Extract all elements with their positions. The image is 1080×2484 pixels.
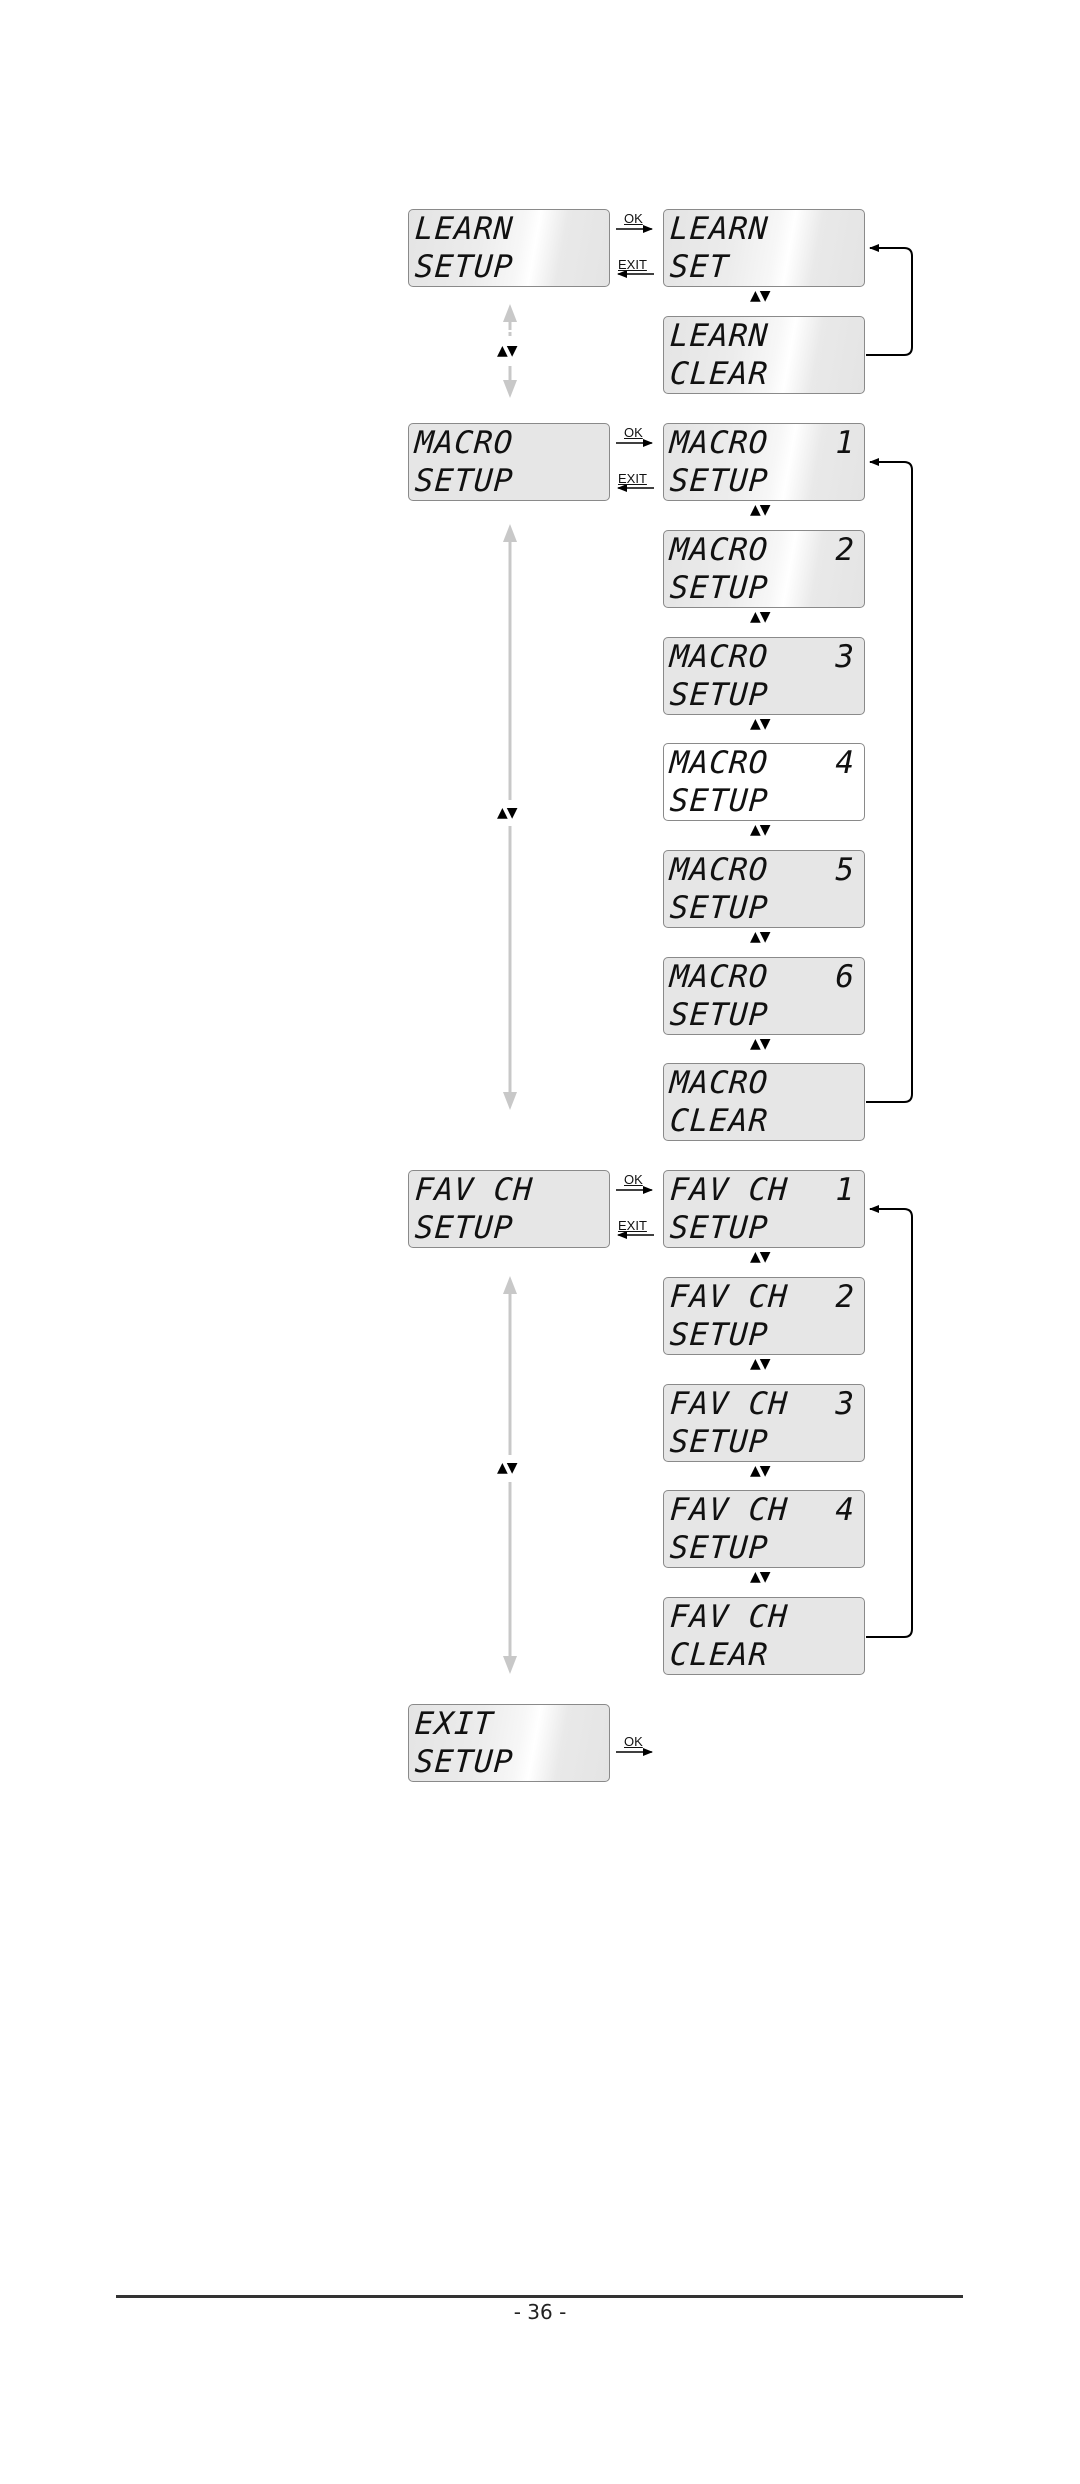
lcd-macro-4: MACRO 4 SETUP (663, 743, 865, 821)
lcd-line2: CLEAR (668, 356, 770, 392)
lcd-line1: MACRO (668, 425, 770, 461)
lcd-learn-setup: LEARN SETUP (408, 209, 610, 287)
lcd-line1: MACRO (668, 1065, 770, 1101)
lcd-line2: SETUP (668, 1424, 770, 1460)
updown-icon: ▲▼ (497, 805, 518, 821)
lcd-line1: FAV CH (668, 1386, 790, 1422)
ok-label: OK (624, 425, 643, 440)
lcd-favch-1: FAV CH 1 SETUP (663, 1170, 865, 1248)
updown-icon: ▲▼ (750, 288, 771, 304)
lcd-line2: CLEAR (668, 1637, 770, 1673)
lcd-line1: MACRO (413, 425, 515, 461)
updown-icon: ▲▼ (750, 502, 771, 518)
lcd-line2: SETUP (668, 570, 770, 606)
lcd-line2: SETUP (413, 1210, 515, 1246)
lcd-macro-clear: MACRO CLEAR (663, 1063, 865, 1141)
lcd-line1: LEARN (668, 211, 770, 247)
lcd-line2: SETUP (668, 997, 770, 1033)
updown-icon: ▲▼ (750, 822, 771, 838)
lcd-number: 3 (835, 1386, 854, 1422)
footer-divider (116, 2295, 963, 2298)
updown-icon: ▲▼ (750, 716, 771, 732)
lcd-number: 2 (835, 1279, 854, 1315)
lcd-line2: SETUP (668, 463, 770, 499)
exit-label: EXIT (618, 1218, 647, 1233)
ok-label: OK (624, 1172, 643, 1187)
lcd-line1: EXIT (413, 1706, 495, 1742)
page-number: - 36 - (513, 2300, 567, 2324)
lcd-number: 1 (835, 1172, 854, 1208)
updown-icon: ▲▼ (750, 1249, 771, 1265)
updown-icon: ▲▼ (750, 1463, 771, 1479)
updown-icon: ▲▼ (750, 1036, 771, 1052)
lcd-line1: FAV CH (668, 1172, 790, 1208)
loop-arrow-learn (866, 244, 913, 356)
lcd-macro-6: MACRO 6 SETUP (663, 957, 865, 1035)
exit-label: EXIT (618, 471, 647, 486)
lcd-exit-setup: EXIT SETUP (408, 1704, 610, 1782)
lcd-line1: MACRO (668, 959, 770, 995)
lcd-line2: CLEAR (668, 1103, 770, 1139)
lcd-number: 3 (835, 639, 854, 675)
lcd-favch-clear: FAV CH CLEAR (663, 1597, 865, 1675)
lcd-favch-setup: FAV CH SETUP (408, 1170, 610, 1248)
lcd-favch-2: FAV CH 2 SETUP (663, 1277, 865, 1355)
loop-arrow-favch (866, 1205, 913, 1638)
lcd-line1: FAV CH (413, 1172, 535, 1208)
lcd-line2: SETUP (413, 1744, 515, 1780)
ok-label: OK (624, 1734, 643, 1749)
updown-icon: ▲▼ (750, 1356, 771, 1372)
lcd-line1: MACRO (668, 639, 770, 675)
lcd-macro-3: MACRO 3 SETUP (663, 637, 865, 715)
lcd-learn-set: LEARN SET (663, 209, 865, 287)
lcd-number: 5 (835, 852, 854, 888)
lcd-line2: SETUP (413, 249, 515, 285)
lcd-line2: SETUP (668, 1210, 770, 1246)
lcd-line1: LEARN (413, 211, 515, 247)
ok-label: OK (624, 211, 643, 226)
lcd-line2: SETUP (668, 783, 770, 819)
lcd-line1: MACRO (668, 532, 770, 568)
lcd-macro-2: MACRO 2 SETUP (663, 530, 865, 608)
lcd-line1: FAV CH (668, 1492, 790, 1528)
lcd-line1: FAV CH (668, 1279, 790, 1315)
updown-icon: ▲▼ (750, 1569, 771, 1585)
lcd-line2: SETUP (668, 1317, 770, 1353)
lcd-favch-4: FAV CH 4 SETUP (663, 1490, 865, 1568)
lcd-number: 4 (835, 745, 854, 781)
lcd-line2: SETUP (413, 463, 515, 499)
updown-icon: ▲▼ (497, 1460, 518, 1476)
lcd-line2: SETUP (668, 677, 770, 713)
lcd-line1: MACRO (668, 852, 770, 888)
lcd-learn-clear: LEARN CLEAR (663, 316, 865, 394)
lcd-number: 1 (835, 425, 854, 461)
lcd-line2: SET (668, 249, 731, 285)
lcd-line1: MACRO (668, 745, 770, 781)
loop-arrow-macro (866, 458, 913, 1103)
lcd-line2: SETUP (668, 890, 770, 926)
exit-label: EXIT (618, 257, 647, 272)
lcd-line1: FAV CH (668, 1599, 790, 1635)
lcd-number: 2 (835, 532, 854, 568)
lcd-number: 4 (835, 1492, 854, 1528)
updown-icon: ▲▼ (750, 609, 771, 625)
updown-icon: ▲▼ (750, 929, 771, 945)
lcd-line1: LEARN (668, 318, 770, 354)
lcd-macro-1: MACRO 1 SETUP (663, 423, 865, 501)
updown-icon: ▲▼ (497, 343, 518, 359)
lcd-number: 6 (835, 959, 854, 995)
lcd-favch-3: FAV CH 3 SETUP (663, 1384, 865, 1462)
lcd-line2: SETUP (668, 1530, 770, 1566)
lcd-macro-5: MACRO 5 SETUP (663, 850, 865, 928)
lcd-macro-setup: MACRO SETUP (408, 423, 610, 501)
